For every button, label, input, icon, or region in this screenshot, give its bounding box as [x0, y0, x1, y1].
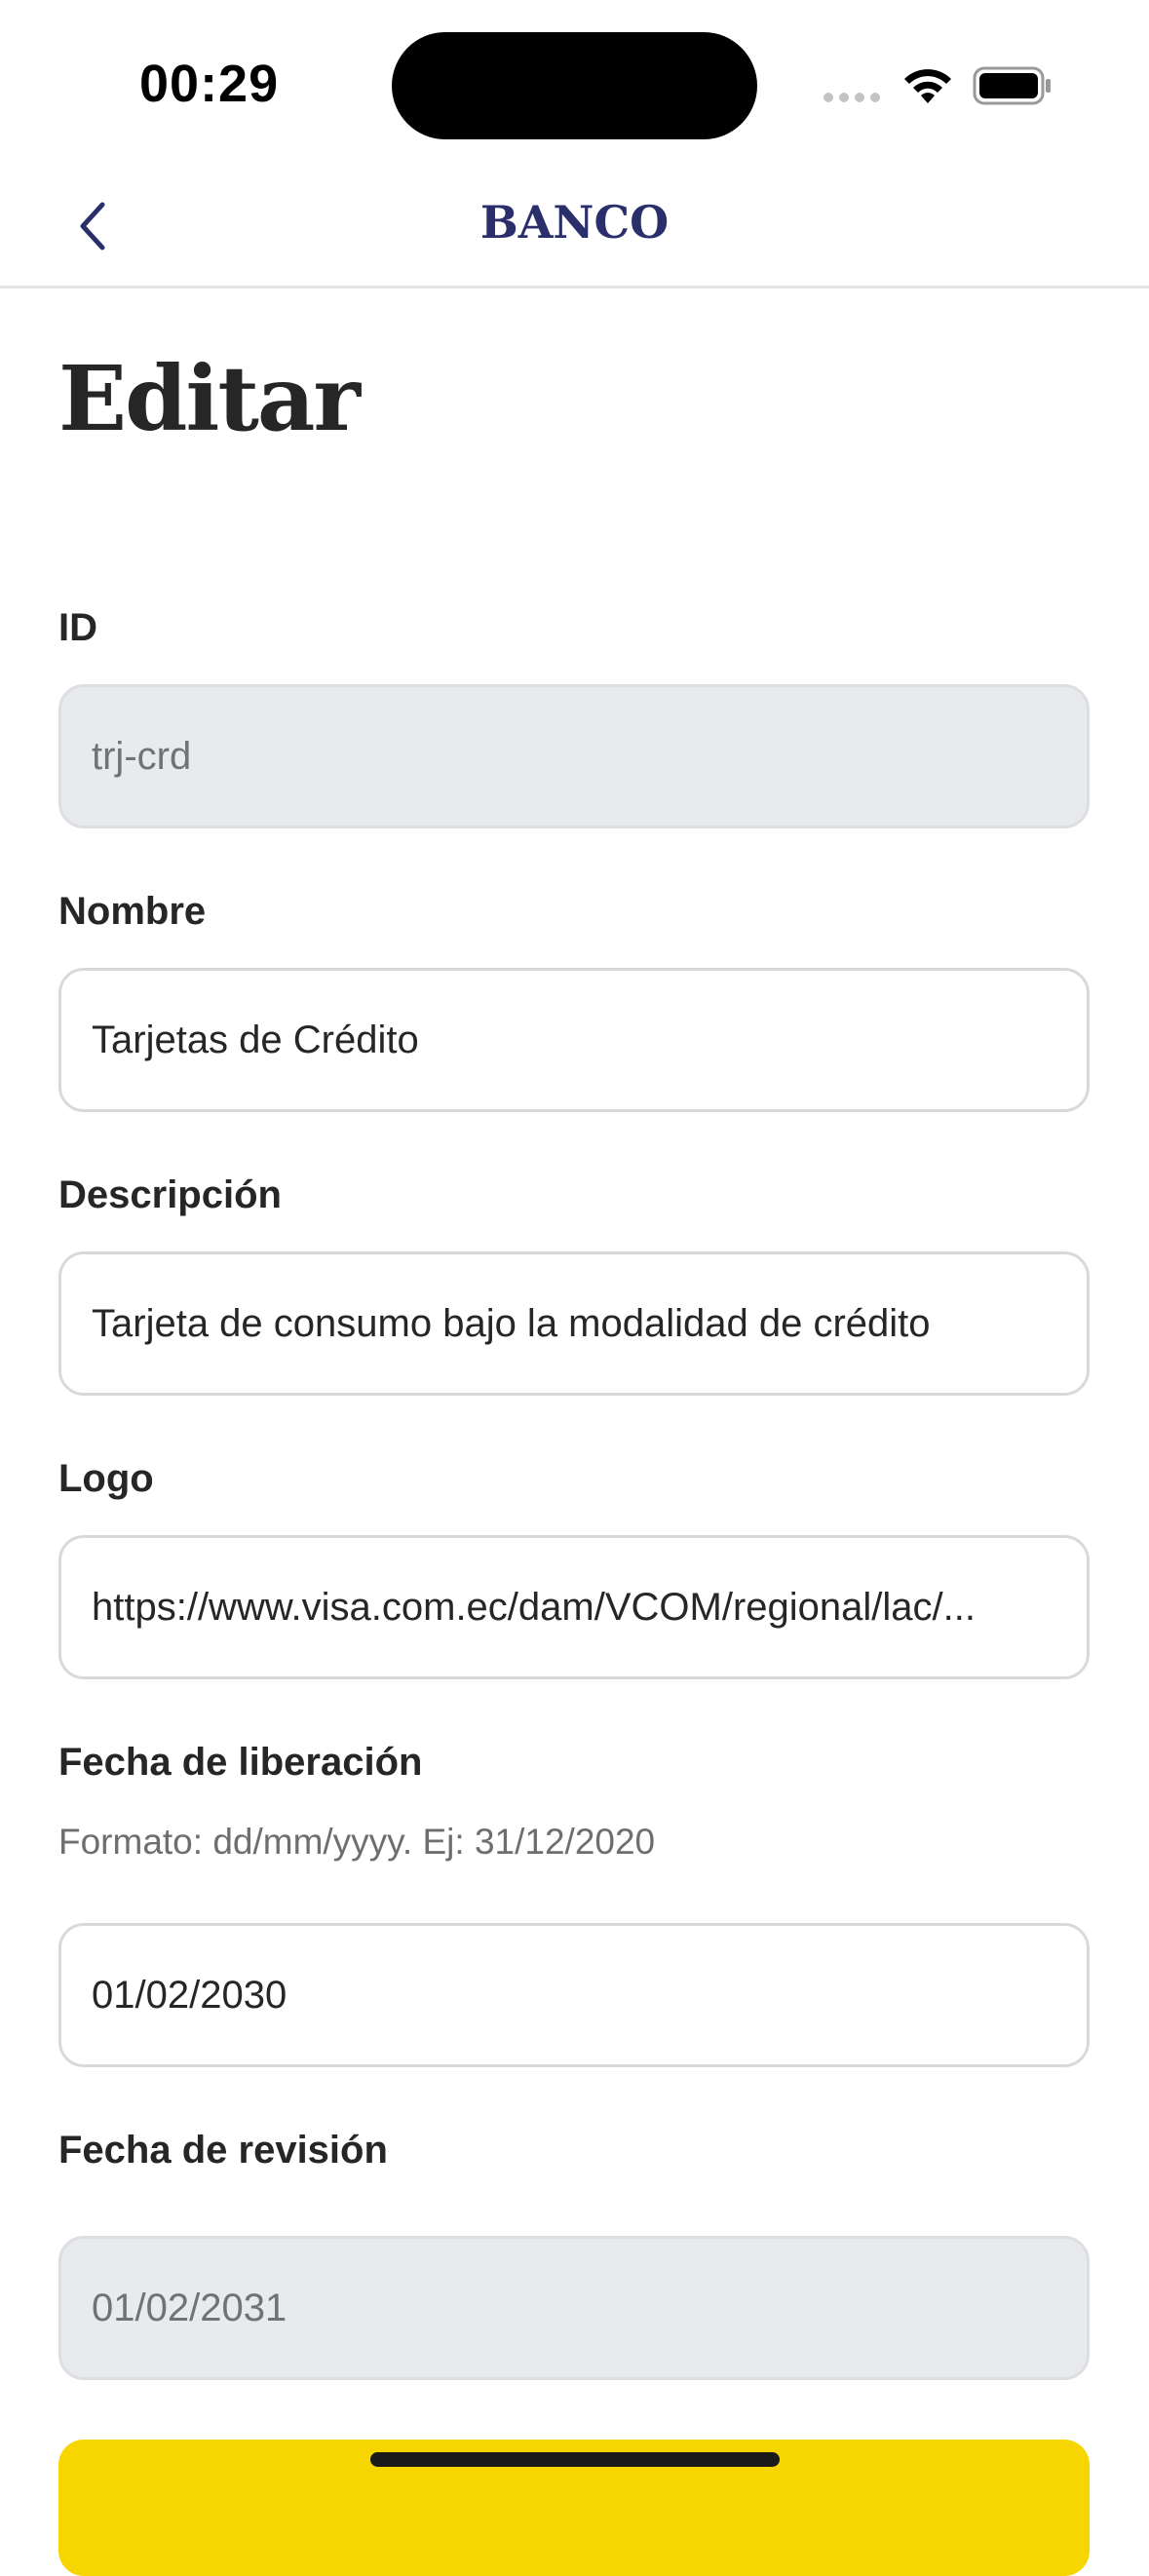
id-field: trj-crd: [58, 684, 1090, 828]
logo-label: Logo: [58, 1457, 154, 1500]
signal-icon: [823, 93, 882, 104]
brand-title: BANCO: [479, 196, 670, 249]
fecha-liberacion-field[interactable]: 01/02/2030: [58, 1923, 1090, 2067]
id-label: ID: [58, 606, 97, 649]
fecha-revision-label: Fecha de revisión: [58, 2129, 388, 2172]
home-indicator: [370, 2452, 780, 2467]
nombre-field[interactable]: Tarjetas de Crédito: [58, 968, 1090, 1112]
status-time: 00:29: [139, 55, 280, 113]
fecha-liberacion-label: Fecha de liberación: [58, 1741, 423, 1784]
battery-icon: [973, 66, 1051, 105]
descripcion-field[interactable]: Tarjeta de consumo bajo la modalidad de …: [58, 1251, 1090, 1396]
fecha-liberacion-hint: Formato: dd/mm/yyyy. Ej: 31/12/2020: [58, 1822, 656, 1862]
page-title: Editar: [58, 346, 361, 451]
status-bar: 00:29: [0, 0, 1149, 171]
fecha-revision-field: 01/02/2031: [58, 2236, 1090, 2380]
wifi-icon: [904, 69, 951, 103]
logo-url-field[interactable]: https://www.visa.com.ec/dam/VCOM/regiona…: [58, 1535, 1090, 1679]
nav-header: BANCO: [0, 171, 1149, 288]
dynamic-island: [392, 32, 757, 139]
descripcion-label: Descripción: [58, 1173, 282, 1216]
nombre-label: Nombre: [58, 890, 207, 933]
